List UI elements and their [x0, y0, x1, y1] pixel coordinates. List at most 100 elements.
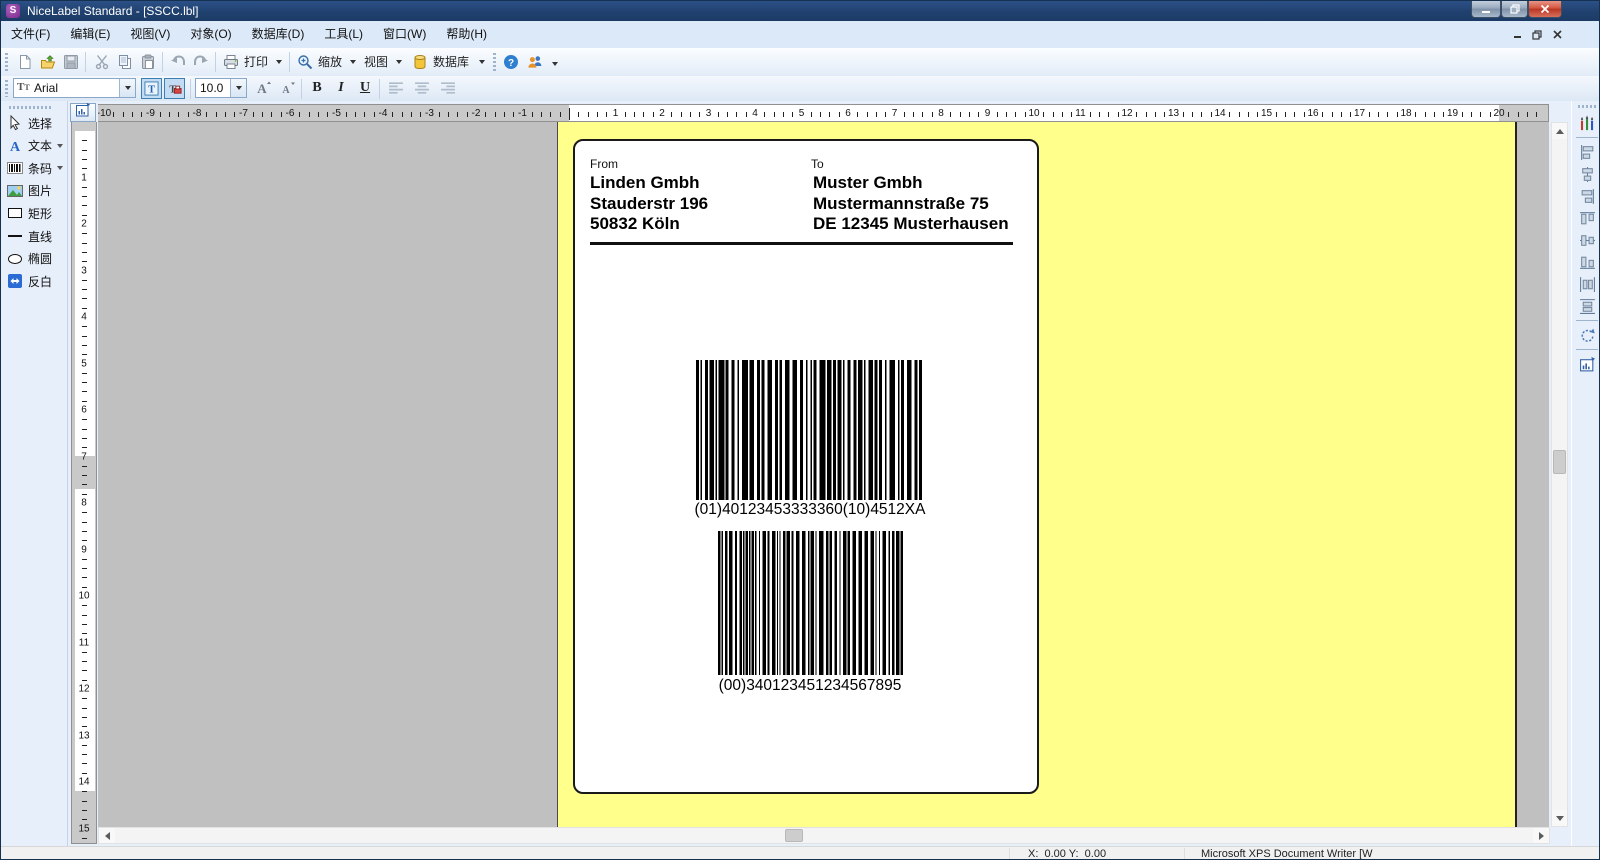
doc-restore-button[interactable] [1529, 27, 1545, 42]
print-dropdown-arrow[interactable] [276, 60, 282, 64]
ruler-corner-button[interactable] [70, 103, 96, 122]
toolbar-grip[interactable] [5, 53, 8, 71]
help-button[interactable]: ? [500, 51, 522, 73]
barcode-ean128-2[interactable] [718, 531, 903, 675]
horizontal-line-object[interactable] [590, 242, 1013, 245]
barcode-ean128-1[interactable] [696, 360, 922, 500]
align-right-button[interactable] [1577, 186, 1597, 206]
toolbar-grip[interactable] [5, 80, 8, 97]
design-canvas[interactable]: From Linden GmbhStauderstr 19650832 Köln… [98, 122, 1549, 827]
doc-minimize-button[interactable] [1509, 27, 1525, 42]
toolbar-grip[interactable] [493, 53, 496, 71]
copy-button[interactable] [114, 51, 136, 73]
distribute-h-button[interactable] [1577, 274, 1597, 294]
toolbar-overflow-arrow[interactable] [552, 62, 558, 66]
vertical-scroll-thumb[interactable] [1553, 450, 1566, 474]
database-icon-button[interactable] [409, 51, 431, 73]
distribute-v-button[interactable] [1577, 296, 1597, 316]
underline-button[interactable]: U [354, 77, 376, 99]
decrease-font-button[interactable]: A [277, 77, 299, 99]
to-address-block[interactable]: Muster GmbhMustermannstraße 75DE 12345 M… [813, 173, 1009, 235]
title-bar[interactable]: S NiceLabel Standard - [SSCC.lbl] [1, 1, 1600, 22]
cut-button[interactable] [91, 51, 113, 73]
align-left-text-button[interactable] [385, 77, 407, 99]
from-address-block[interactable]: Linden GmbhStauderstr 19650832 Köln [590, 173, 708, 235]
distribute-h-icon [1579, 276, 1596, 293]
menu-item-3[interactable]: 对象(O) [180, 24, 241, 45]
undo-button[interactable] [167, 51, 189, 73]
menu-item-5[interactable]: 工具(L) [314, 24, 373, 45]
align-toolbar-grip[interactable] [1578, 105, 1596, 108]
align-center-h-button[interactable] [1577, 164, 1597, 184]
menu-item-7[interactable]: 帮助(H) [436, 24, 497, 45]
scroll-down-button[interactable] [1552, 810, 1567, 826]
from-caption[interactable]: From [590, 157, 618, 171]
minimize-button[interactable] [1471, 1, 1501, 18]
font-family-dropdown[interactable] [119, 79, 135, 97]
toolbox-item-3[interactable]: 图片 [7, 181, 52, 201]
toolbox-dropdown-arrow[interactable] [57, 166, 63, 170]
redo-button[interactable] [190, 51, 212, 73]
printer-font-toggle[interactable]: T [164, 78, 185, 99]
toolbox-grip[interactable] [9, 106, 53, 109]
toolbox-item-5[interactable]: 直线 [7, 226, 52, 246]
open-button[interactable] [37, 51, 59, 73]
zoom-icon-button[interactable] [294, 51, 316, 73]
print-button[interactable]: 打印 [244, 48, 268, 76]
close-button[interactable] [1528, 1, 1562, 18]
align-right-text-button[interactable] [437, 77, 459, 99]
align-top-button[interactable] [1577, 208, 1597, 228]
users-button[interactable] [524, 51, 546, 73]
restore-button[interactable] [1501, 1, 1528, 18]
horizontal-scrollbar[interactable] [98, 827, 1550, 844]
address-line: 50832 Köln [590, 214, 708, 235]
doc-close-button[interactable] [1549, 27, 1565, 42]
zoom-dropdown-arrow[interactable] [350, 60, 356, 64]
bold-button[interactable]: B [306, 77, 328, 99]
italic-button[interactable]: I [330, 77, 352, 99]
horizontal-scroll-thumb[interactable] [785, 829, 803, 842]
menu-item-4[interactable]: 数据库(D) [242, 24, 315, 45]
menu-item-2[interactable]: 视图(V) [120, 24, 180, 45]
toolbox-item-4[interactable]: 矩形 [7, 203, 52, 223]
align-bottom-button[interactable] [1577, 252, 1597, 272]
new-document-button[interactable] [14, 51, 36, 73]
to-caption[interactable]: To [811, 157, 824, 171]
align-center-text-button[interactable] [411, 77, 433, 99]
align-middle-v-button[interactable] [1577, 230, 1597, 250]
view-button[interactable]: 视图 [364, 48, 388, 76]
rotate-button[interactable] [1577, 325, 1597, 345]
paste-button[interactable] [137, 51, 159, 73]
menu-item-0[interactable]: 文件(F) [1, 24, 60, 45]
truetype-icon: TT [17, 81, 30, 93]
toolbox-item-0[interactable]: 选择 [7, 113, 52, 133]
font-size-dropdown[interactable] [230, 79, 246, 97]
zoom-button[interactable]: 缩放 [318, 48, 342, 76]
database-button[interactable]: 数据库 [433, 48, 469, 76]
scroll-left-button[interactable] [99, 828, 115, 843]
toolbox-item-2[interactable]: 条码 [7, 158, 63, 178]
toolbox-item-1[interactable]: A文本 [7, 136, 63, 156]
save-button[interactable] [60, 51, 82, 73]
zoom-window-button[interactable] [1577, 354, 1597, 374]
view-dropdown-arrow[interactable] [396, 60, 402, 64]
toolbox-item-6[interactable]: 椭圆 [7, 249, 52, 269]
toolbox-item-7[interactable]: 反白 [7, 271, 52, 291]
toolbox-dropdown-arrow[interactable] [57, 144, 63, 148]
database-dropdown-arrow[interactable] [479, 60, 485, 64]
font-size-combo[interactable]: 10.0 [195, 78, 247, 98]
scroll-up-button[interactable] [1552, 123, 1567, 139]
pens-button[interactable] [1577, 113, 1597, 133]
vertical-scrollbar[interactable] [1551, 122, 1568, 827]
text-properties-toggle[interactable]: T [141, 78, 162, 99]
scroll-right-button[interactable] [1533, 828, 1549, 843]
increase-font-button[interactable]: A [253, 77, 275, 99]
ruler-tick [82, 838, 87, 839]
align-left-button[interactable] [1577, 142, 1597, 162]
menu-item-6[interactable]: 窗口(W) [373, 24, 436, 45]
font-family-combo[interactable]: TT Arial [13, 78, 136, 98]
print-icon-button[interactable] [220, 51, 242, 73]
label-design-area[interactable]: From Linden GmbhStauderstr 19650832 Köln… [573, 139, 1039, 794]
toolbar-separator [379, 79, 380, 99]
menu-item-1[interactable]: 编辑(E) [60, 24, 120, 45]
